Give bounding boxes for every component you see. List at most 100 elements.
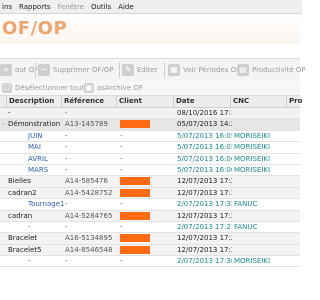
row-date: 12/07/2013 17:32:2: [177, 188, 232, 197]
deselect-all-label: Désélectionner tout: [15, 84, 85, 92]
row-cnc: MORISEIKI: [234, 165, 271, 174]
row-cnc: [232, 211, 286, 221]
column-production[interactable]: Pro: [286, 96, 303, 107]
row-expander: [0, 222, 8, 232]
row-client: -: [120, 154, 123, 163]
of-op-grid: Description Référence Client Date CNC Pr…: [0, 96, 303, 268]
row-description: cadran: [8, 211, 33, 220]
table-row[interactable]: MARS--5/07/2013 16:06:3MORISEIKI: [0, 165, 300, 177]
row-date: 2/07/2013 17:30:3: [177, 257, 232, 266]
row-reference: -: [65, 143, 68, 152]
row-cnc: [232, 108, 286, 118]
archive-of-button[interactable]: ▣ asArchive OF: [84, 82, 143, 94]
menu-item-outils[interactable]: Outils: [91, 3, 111, 11]
page-title: OF/OP: [2, 18, 68, 39]
menu-item-rapports[interactable]: Rapports: [19, 3, 50, 11]
row-date: 2/07/2013 17:32:2: [177, 200, 232, 209]
deselect-all-button[interactable]: ☐ Désélectionner tout: [2, 82, 84, 94]
menu-item-plugins[interactable]: ins: [2, 3, 12, 11]
row-cnc: FANUC: [234, 200, 258, 209]
column-date[interactable]: Date: [173, 96, 232, 107]
menu-item-fenetre[interactable]: Fenêtre: [57, 3, 83, 11]
table-row[interactable]: -DémonstrationA13-14578905/07/2013 14:25…: [0, 119, 300, 131]
edit-button[interactable]: ✎ Editer: [122, 62, 158, 78]
row-reference: A14-585476: [65, 177, 108, 186]
column-cnc[interactable]: CNC: [230, 96, 288, 107]
row-reference: -: [65, 222, 68, 231]
main-toolbar: + out OF/OP − Supprimer OF/OP ✎ Editer ▦…: [0, 58, 306, 82]
row-client: [118, 108, 172, 118]
client-color-swatch: [120, 211, 150, 220]
grid-header: Description Référence Client Date CNC Pr…: [0, 96, 303, 108]
row-cnc: MORISEIKI: [234, 131, 271, 140]
edit-label: Editer: [137, 66, 158, 74]
add-icon: +: [0, 64, 12, 76]
menu-item-aide[interactable]: Aide: [118, 3, 133, 11]
table-row[interactable]: cadran A14-5284765 12/07/2013 17:27:2: [0, 210, 300, 222]
archive-icon: ▣: [84, 83, 94, 93]
table-row[interactable]: - - 08/10/2016 17:11:3: [0, 108, 300, 120]
row-reference: -: [65, 109, 68, 117]
row-date: 12/07/2013 17:28:3: [177, 234, 232, 243]
delete-of-op-button[interactable]: − Supprimer OF/OP: [38, 62, 113, 78]
row-client: -: [120, 200, 123, 209]
toolbar-divider: [164, 62, 165, 78]
table-row[interactable]: Tournage1--2/07/2013 17:32:2FANUC: [0, 199, 300, 211]
column-description[interactable]: Description: [6, 96, 64, 107]
row-date: 12/07/2013 17:26:3: [177, 177, 232, 186]
row-cnc: [232, 188, 286, 198]
row-expander: [0, 256, 8, 266]
row-expander: [0, 131, 8, 141]
row-reference: A14-5428752: [65, 188, 113, 197]
row-client: -: [120, 165, 123, 174]
delete-of-op-label: Supprimer OF/OP: [53, 66, 114, 74]
row-description: Bracelet: [8, 234, 38, 243]
row-description: Bielles: [8, 177, 31, 186]
client-color-swatch: [120, 188, 150, 197]
row-cnc: [232, 119, 286, 129]
row-reference: -: [65, 154, 68, 163]
table-row[interactable]: Bracelet5 A14-8546548 12/07/2013 17:30:3: [0, 244, 300, 257]
row-cnc: [232, 245, 286, 255]
row-date: 12/07/2013 17:27:2: [177, 211, 232, 220]
row-client: -: [120, 143, 123, 152]
archive-of-label: asArchive OF: [97, 84, 143, 92]
edit-icon: ✎: [122, 64, 134, 76]
productivity-icon: ▤: [237, 64, 249, 76]
toolbar-divider: [119, 62, 120, 78]
column-reference[interactable]: Référence: [61, 96, 118, 107]
row-cnc: MORISEIKI: [234, 143, 271, 152]
row-reference: -: [65, 257, 68, 266]
row-reference: -: [65, 200, 68, 209]
row-date: 12/07/2013 17:30:3: [177, 245, 232, 254]
table-row[interactable]: AVRIL--5/07/2013 16:06:3MORISEIKI: [0, 154, 300, 165]
client-color-swatch: [120, 120, 150, 129]
row-cnc: [232, 233, 286, 243]
row-description: Bracelet5: [8, 245, 42, 254]
table-row[interactable]: Bracelet A16-5134895 12/07/2013 17:28:3: [0, 233, 300, 245]
row-description: cadran2: [8, 188, 37, 197]
row-date: 5/07/2013 16:06:3: [177, 165, 232, 174]
row-cnc: MORISEIKI: [234, 154, 271, 163]
productivity-button[interactable]: ▤ Productivité OP: [237, 62, 306, 78]
table-row[interactable]: ---2/07/2013 17:27:3FANUC: [0, 222, 300, 234]
row-expander: [0, 165, 8, 175]
table-row[interactable]: cadran2 A14-5428752 12/07/2013 17:32:2: [0, 187, 300, 200]
table-row[interactable]: ---2/07/2013 17:30:3MORISEIKI: [0, 256, 300, 268]
client-color-swatch: [120, 234, 150, 243]
view-periods-button[interactable]: ▦ Voir Périodes OP: [168, 62, 240, 78]
row-client: -: [120, 257, 123, 266]
row-reference: -: [65, 165, 68, 174]
row-date: 05/07/2013 14:25:4: [177, 120, 232, 129]
table-row[interactable]: Bielles A14-585476 12/07/2013 17:26:3: [0, 176, 300, 188]
table-row[interactable]: JUIN--5/07/2013 16:05:3MORISEIKI: [0, 131, 300, 143]
client-color-swatch: [120, 177, 150, 186]
table-row[interactable]: MAI--5/07/2013 16:05:3MORISEIKI: [0, 142, 300, 154]
menu-bar: ins Rapports Fenêtre Outils Aide: [0, 0, 302, 14]
row-description: -: [8, 109, 11, 117]
grid-body: --08/10/2016 17:11:3-DémonstrationA13-14…: [0, 108, 300, 268]
row-reference: A14-8546548: [65, 245, 113, 254]
view-periods-label: Voir Périodes OP: [183, 66, 241, 74]
row-reference: A14-5284765: [65, 211, 113, 220]
column-client[interactable]: Client: [116, 96, 175, 107]
